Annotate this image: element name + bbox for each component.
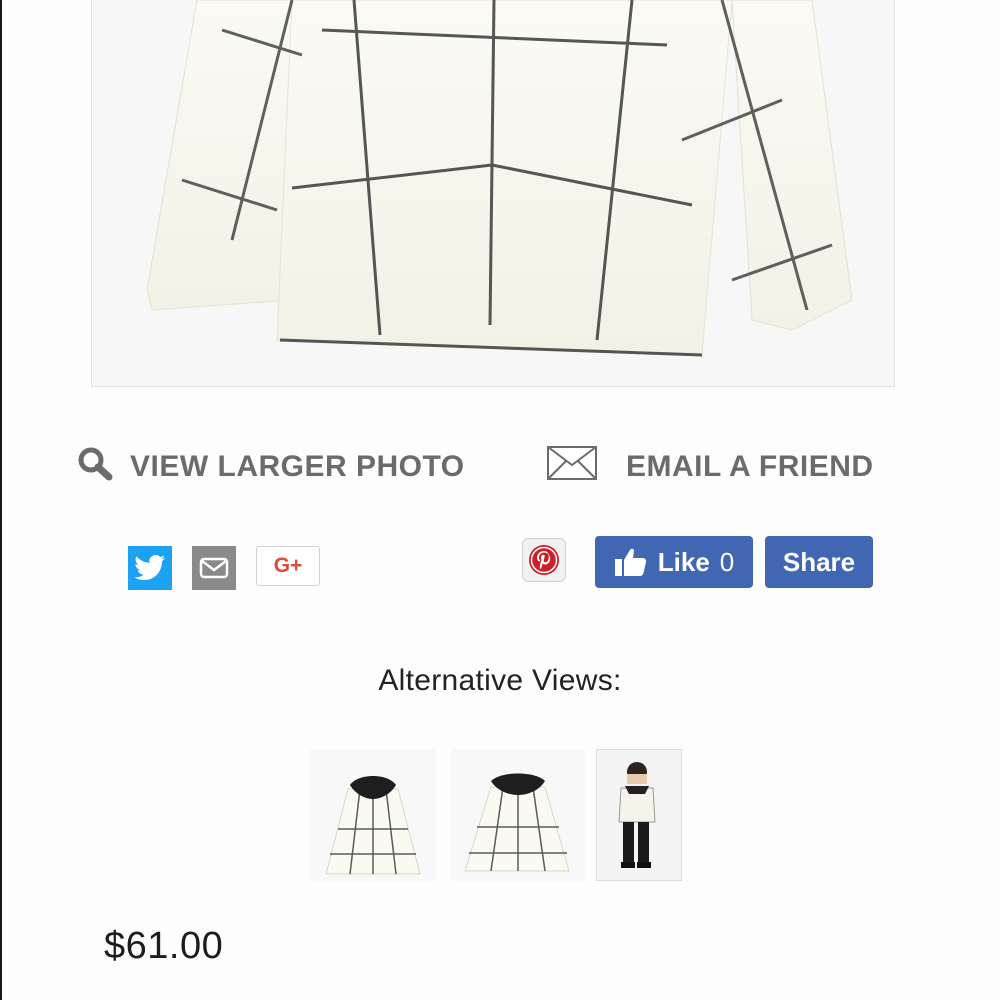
- alt-view-thumbnail-front[interactable]: [310, 749, 436, 881]
- email-a-friend-label: EMAIL A FRIEND: [626, 450, 874, 483]
- top-back-thumbnail-image: [451, 749, 585, 881]
- search-icon: [76, 445, 116, 489]
- like-count: 0: [719, 546, 735, 577]
- share-label: Share: [782, 546, 856, 577]
- grid-top-illustration: [92, 0, 894, 386]
- model-wearing-thumbnail-image: [597, 750, 681, 880]
- google-plus-share-button[interactable]: G+: [256, 546, 320, 586]
- facebook-share-button[interactable]: Share: [765, 536, 873, 588]
- page-edge: [0, 0, 2, 1000]
- thumbs-up-icon: [614, 548, 646, 576]
- share-bar: G+ Like 0 Share: [0, 536, 1000, 592]
- envelope-icon: [546, 445, 598, 489]
- email-share-button[interactable]: [192, 546, 236, 590]
- product-page: VIEW LARGER PHOTO EMAIL A FRIEND G+ Like…: [0, 0, 1000, 1000]
- top-front-thumbnail-image: [310, 749, 436, 881]
- alt-view-thumbnail-model[interactable]: [596, 749, 682, 881]
- like-label: Like: [657, 546, 710, 577]
- product-price: $61.00: [104, 925, 224, 967]
- view-larger-photo-label: VIEW LARGER PHOTO: [130, 450, 465, 483]
- google-plus-icon: G+: [273, 554, 303, 577]
- facebook-like-button[interactable]: Like 0: [595, 536, 753, 588]
- twitter-icon: [134, 555, 165, 581]
- twitter-share-button[interactable]: [128, 546, 172, 590]
- email-icon: [199, 557, 229, 579]
- view-larger-photo-link[interactable]: VIEW LARGER PHOTO: [76, 442, 465, 492]
- pinterest-icon: [529, 545, 559, 575]
- alternative-views-title: Alternative Views:: [378, 664, 622, 697]
- product-actions: VIEW LARGER PHOTO EMAIL A FRIEND: [0, 442, 1000, 492]
- pinterest-share-button[interactable]: [522, 538, 566, 582]
- alt-view-thumbnail-back[interactable]: [451, 749, 585, 881]
- main-product-photo[interactable]: [91, 0, 895, 387]
- email-a-friend-link[interactable]: EMAIL A FRIEND: [546, 442, 874, 492]
